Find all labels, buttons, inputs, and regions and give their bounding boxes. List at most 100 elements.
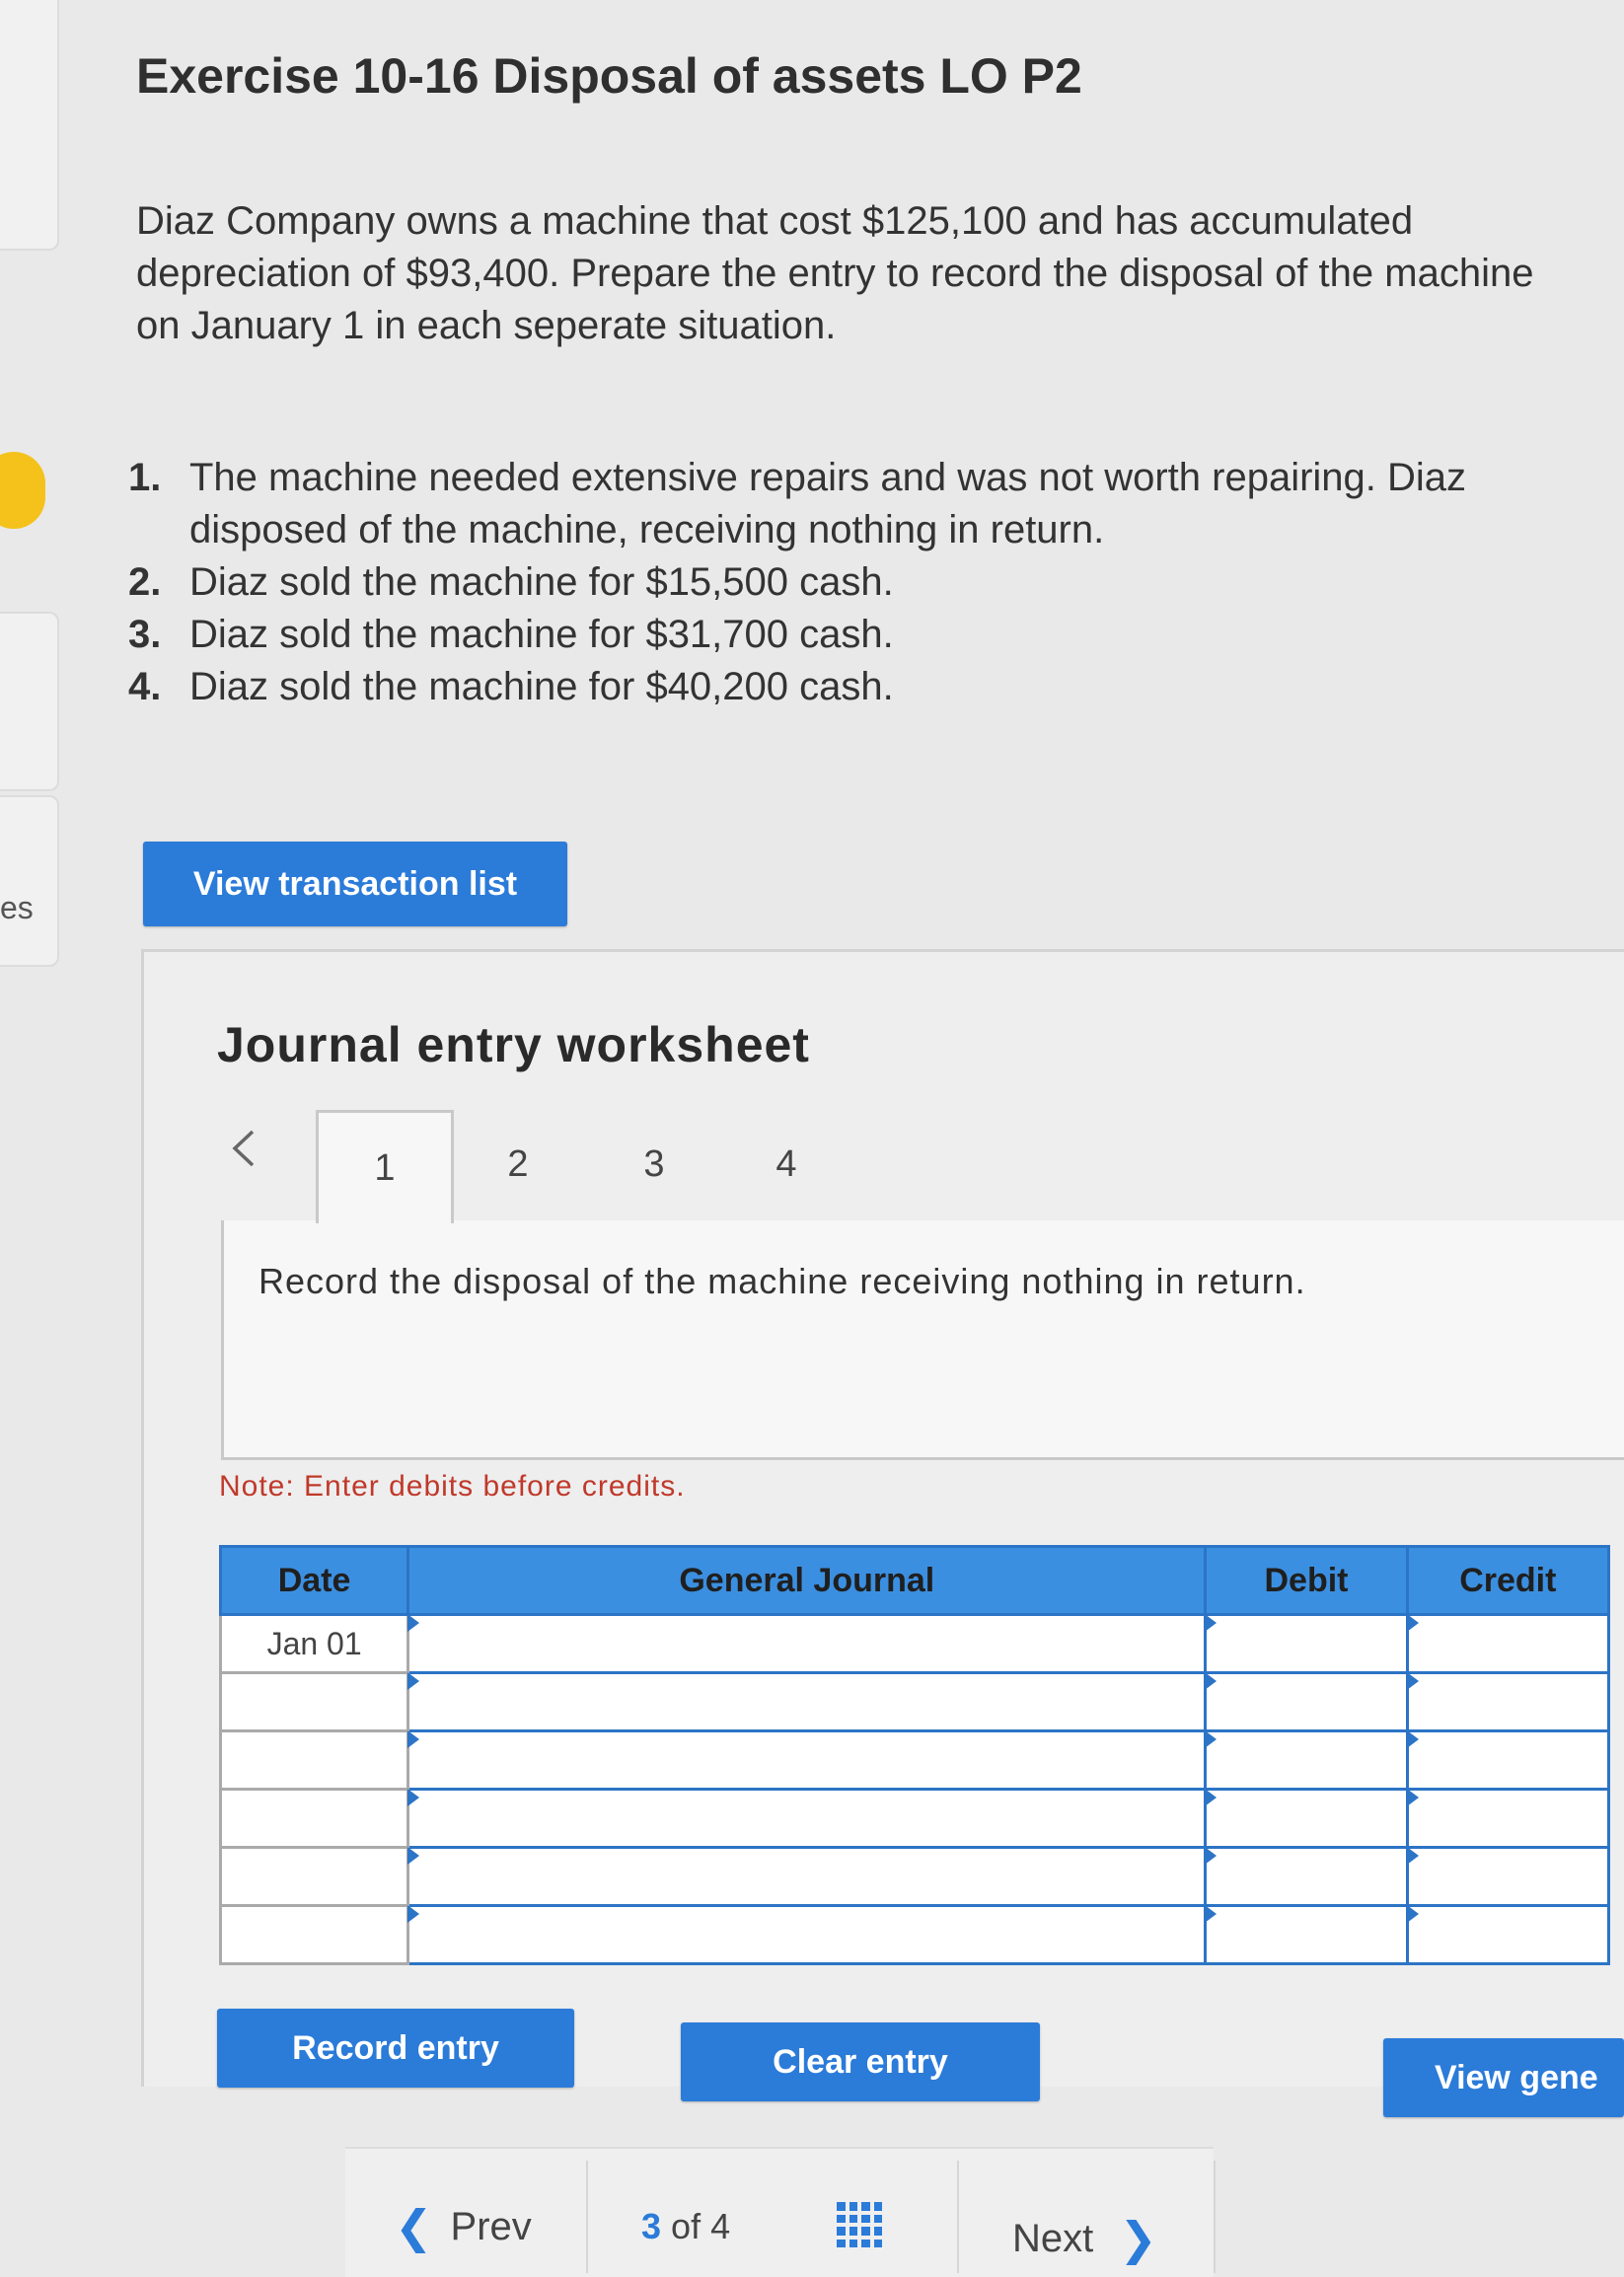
divider xyxy=(1214,2161,1216,2273)
flag-icon xyxy=(1205,1789,1218,1806)
next-button[interactable]: Next ❯ xyxy=(1012,2212,1157,2265)
list-item: 4. Diaz sold the machine for $40,200 cash… xyxy=(128,661,1624,713)
account-input[interactable] xyxy=(406,1613,1208,1674)
clear-entry-button[interactable]: Clear entry xyxy=(681,2022,1040,2101)
list-text: Diaz sold the machine for $15,500 cash. xyxy=(189,560,894,604)
table-header-row: Date General Journal Debit Credit xyxy=(218,1545,1611,1616)
grid-icon[interactable] xyxy=(837,2202,882,2247)
date-header: Date xyxy=(218,1545,410,1616)
total-pages: 4 xyxy=(710,2206,731,2246)
prev-label: Prev xyxy=(450,2204,532,2248)
flag-icon xyxy=(407,1614,420,1632)
worksheet-title: Journal entry worksheet xyxy=(217,1017,810,1072)
flag-icon xyxy=(1406,1789,1419,1806)
account-input[interactable] xyxy=(406,1729,1208,1791)
debit-input[interactable] xyxy=(1204,1846,1409,1907)
tab-3[interactable]: 3 xyxy=(588,1110,720,1218)
sidebar-card xyxy=(0,0,59,251)
page-indicator: 3 of 4 xyxy=(641,2206,730,2247)
list-number: 4. xyxy=(128,665,162,708)
debit-input[interactable] xyxy=(1204,1904,1409,1965)
account-input[interactable] xyxy=(406,1904,1208,1965)
instruction-text: Record the disposal of the machine recei… xyxy=(258,1261,1306,1301)
tab-1[interactable]: 1 xyxy=(316,1110,454,1223)
list-text: The machine needed extensive repairs and… xyxy=(189,456,1467,551)
view-transaction-list-button[interactable]: View transaction list xyxy=(143,842,567,926)
sidebar-card xyxy=(0,612,59,791)
list-item: 1. The machine needed extensive repairs a… xyxy=(128,452,1624,556)
table-row xyxy=(218,1729,1611,1791)
flag-icon xyxy=(407,1847,420,1865)
credit-input[interactable] xyxy=(1405,1671,1611,1732)
flag-icon xyxy=(1406,1672,1419,1690)
flag-icon xyxy=(407,1905,420,1923)
requirements-list: 1. The machine needed extensive repairs a… xyxy=(128,452,1624,713)
debit-input[interactable] xyxy=(1204,1729,1409,1791)
date-cell xyxy=(218,1788,410,1849)
table-row xyxy=(218,1671,1611,1732)
debit-input[interactable] xyxy=(1204,1671,1409,1732)
flag-icon xyxy=(1205,1614,1218,1632)
chevron-right-icon: ❯ xyxy=(1119,2213,1157,2264)
table-row xyxy=(218,1904,1611,1965)
credit-input[interactable] xyxy=(1405,1846,1611,1907)
table-row xyxy=(218,1788,1611,1849)
divider xyxy=(586,2161,588,2273)
date-cell xyxy=(218,1671,410,1732)
credit-input[interactable] xyxy=(1405,1613,1611,1674)
flag-icon xyxy=(407,1789,420,1806)
sidebar-label: es xyxy=(0,890,34,925)
general-journal-header: General Journal xyxy=(406,1545,1208,1616)
credit-input[interactable] xyxy=(1405,1788,1611,1849)
flag-icon xyxy=(1406,1730,1419,1748)
status-badge xyxy=(0,452,45,529)
flag-icon xyxy=(1205,1905,1218,1923)
exercise-intro: Diaz Company owns a machine that cost $1… xyxy=(136,199,1534,347)
divider xyxy=(957,2161,959,2273)
flag-icon xyxy=(1406,1905,1419,1923)
flag-icon xyxy=(1205,1730,1218,1748)
view-general-journal-button[interactable]: View gene xyxy=(1383,2038,1624,2117)
debit-input[interactable] xyxy=(1204,1788,1409,1849)
list-text: Diaz sold the machine for $40,200 cash. xyxy=(189,665,894,708)
debit-header: Debit xyxy=(1204,1545,1409,1616)
account-input[interactable] xyxy=(406,1788,1208,1849)
list-number: 3. xyxy=(128,613,162,656)
flag-icon xyxy=(1406,1614,1419,1632)
table-row: Jan 01 xyxy=(218,1613,1611,1674)
list-text: Diaz sold the machine for $31,700 cash. xyxy=(189,613,894,656)
list-item: 3. Diaz sold the machine for $31,700 cash… xyxy=(128,609,1624,661)
flag-icon xyxy=(1205,1847,1218,1865)
table-row xyxy=(218,1846,1611,1907)
list-item: 2. Diaz sold the machine for $15,500 cash… xyxy=(128,556,1624,609)
list-number: 1. xyxy=(128,456,162,499)
date-cell xyxy=(218,1729,410,1791)
tab-4[interactable]: 4 xyxy=(720,1110,852,1218)
note-text: Note: Enter debits before credits. xyxy=(219,1470,686,1503)
account-input[interactable] xyxy=(406,1671,1208,1732)
credit-input[interactable] xyxy=(1405,1729,1611,1791)
sidebar-card[interactable] xyxy=(0,795,59,967)
flag-icon xyxy=(1205,1672,1218,1690)
debit-input[interactable] xyxy=(1204,1613,1409,1674)
flag-icon xyxy=(1406,1847,1419,1865)
flag-icon xyxy=(407,1672,420,1690)
journal-table: Date General Journal Debit Credit Jan 01 xyxy=(218,1545,1611,1965)
credit-header: Credit xyxy=(1405,1545,1611,1616)
account-input[interactable] xyxy=(406,1846,1208,1907)
record-entry-button[interactable]: Record entry xyxy=(217,2009,574,2088)
prev-button[interactable]: ❮ Prev xyxy=(395,2200,532,2253)
date-cell xyxy=(218,1846,410,1907)
current-page: 3 xyxy=(641,2206,662,2246)
tab-2[interactable]: 2 xyxy=(452,1110,584,1218)
of-label: of xyxy=(671,2206,701,2246)
date-cell xyxy=(218,1904,410,1965)
next-label: Next xyxy=(1012,2216,1094,2260)
chevron-left-icon[interactable] xyxy=(225,1125,260,1184)
instruction-box xyxy=(221,1220,1624,1460)
credit-input[interactable] xyxy=(1405,1904,1611,1965)
chevron-left-icon: ❮ xyxy=(395,2201,433,2252)
flag-icon xyxy=(407,1730,420,1748)
date-cell: Jan 01 xyxy=(218,1613,410,1674)
exercise-title: Exercise 10-16 Disposal of assets LO P2 xyxy=(136,48,1082,104)
